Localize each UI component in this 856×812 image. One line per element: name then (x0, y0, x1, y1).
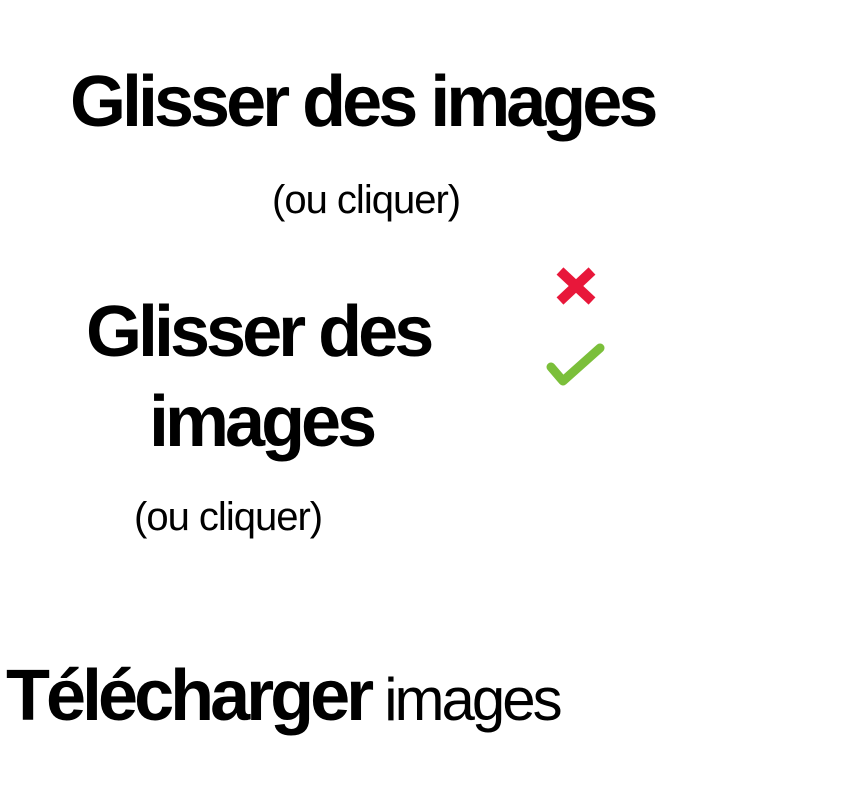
title-two-lines-first: Glisser des (86, 292, 434, 372)
cross-icon (553, 265, 599, 307)
upload-label: Télécharger images (6, 655, 563, 737)
title-two-lines-second: images (149, 382, 377, 462)
check-icon (546, 343, 606, 389)
subtitle-single-line: (ou cliquer) (272, 178, 461, 222)
title-single-line: Glisser des images (70, 62, 658, 142)
subtitle-two-lines: (ou cliquer) (134, 495, 323, 539)
upload-label-light: images (384, 666, 562, 733)
upload-label-bold: Télécharger (6, 656, 374, 736)
